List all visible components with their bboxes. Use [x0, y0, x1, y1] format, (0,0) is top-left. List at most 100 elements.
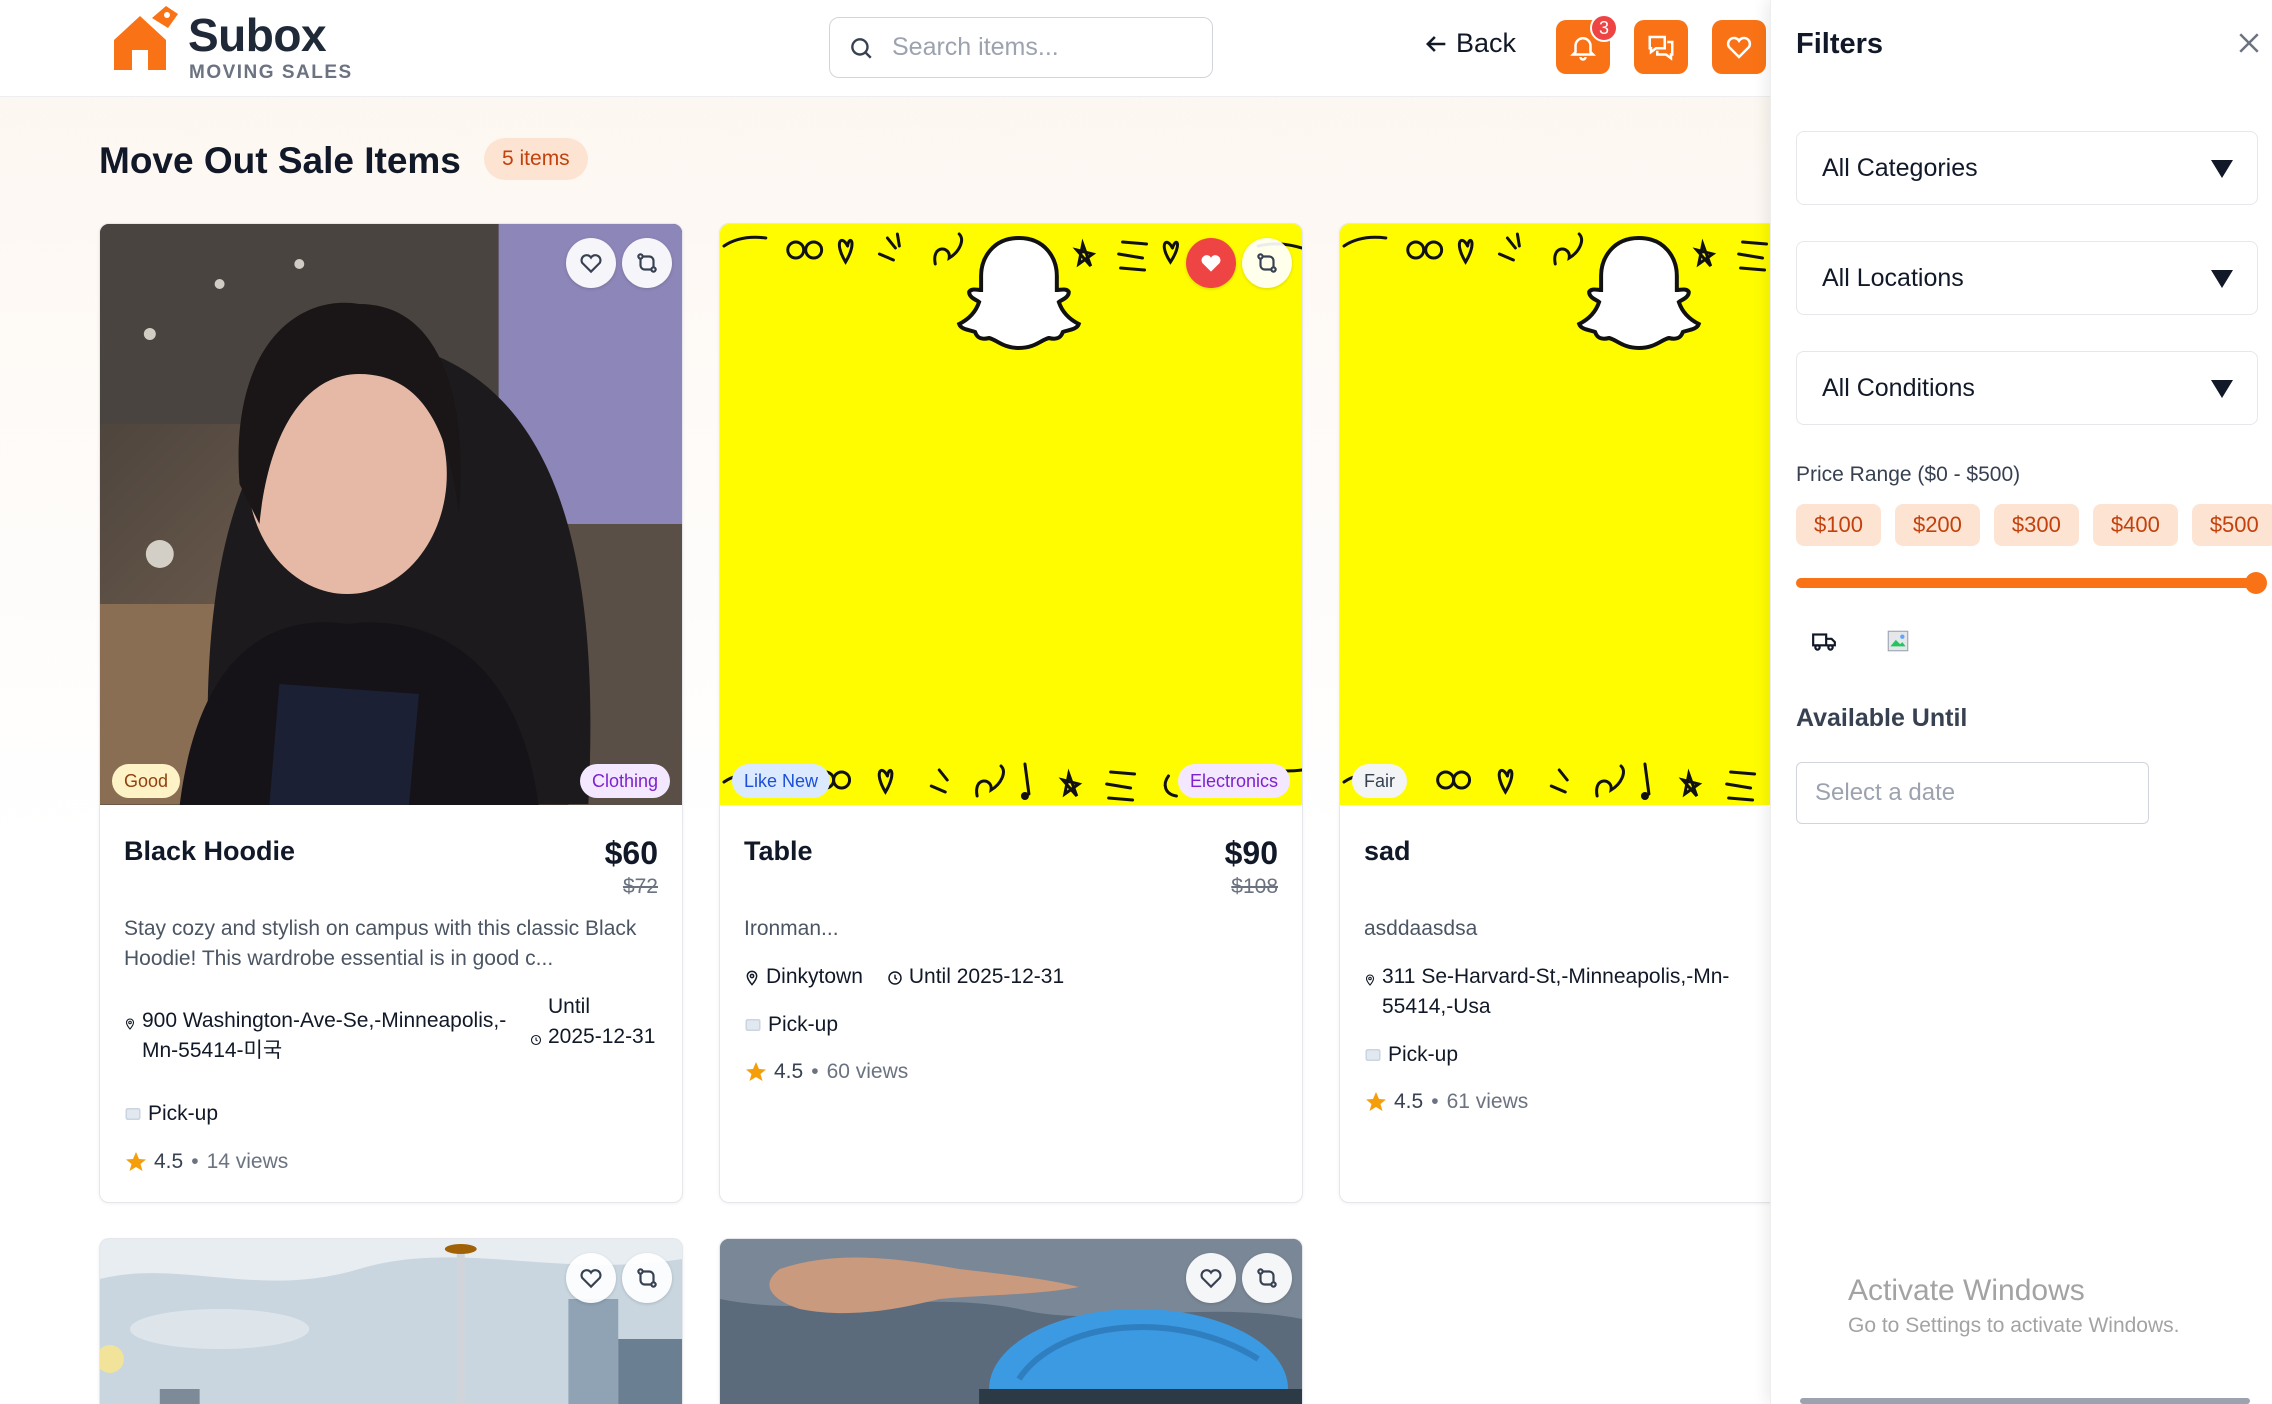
- favorite-button[interactable]: [566, 1253, 616, 1303]
- compare-button[interactable]: [1242, 238, 1292, 288]
- price-chip-200[interactable]: $200: [1894, 504, 1980, 546]
- favorite-button[interactable]: [1186, 1253, 1236, 1303]
- condition-select[interactable]: All Conditions: [1796, 351, 2258, 425]
- view-count: 61 views: [1446, 1090, 1529, 1113]
- favorite-button[interactable]: [1186, 238, 1236, 288]
- item-title[interactable]: sad: [1364, 836, 1411, 867]
- price-slider[interactable]: [1796, 572, 2267, 594]
- condition-badge: Good: [112, 764, 181, 798]
- search-box[interactable]: [829, 17, 1213, 78]
- item-card[interactable]: [99, 1238, 683, 1404]
- broken-image-icon[interactable]: [1885, 628, 1911, 654]
- compare-button[interactable]: [1242, 1253, 1292, 1303]
- price-chip-400[interactable]: $400: [2092, 504, 2178, 546]
- filters-panel: Filters All Categories All Locations All…: [1770, 0, 2272, 1404]
- rating-value: 4.5: [774, 1060, 804, 1083]
- date-input[interactable]: [1796, 762, 2149, 824]
- price-chip-500[interactable]: $500: [2191, 504, 2272, 546]
- heart-icon: [1726, 36, 1752, 59]
- view-count: 14 views: [206, 1150, 289, 1173]
- item-count-badge: 5 items: [484, 138, 588, 180]
- notifications-button[interactable]: 3: [1556, 14, 1618, 74]
- item-title[interactable]: Table: [744, 836, 813, 867]
- caret-down-icon: [2211, 380, 2233, 398]
- brand-name[interactable]: Subox: [188, 8, 327, 62]
- map-pin-icon: [125, 1018, 135, 1030]
- box-icon: [1365, 1049, 1381, 1061]
- item-original-price: $108: [1231, 875, 1278, 898]
- heart-filled-icon: [1201, 255, 1221, 272]
- delivery-options: [1811, 628, 1911, 654]
- compare-icon: [637, 253, 657, 273]
- caret-down-icon: [2211, 160, 2233, 178]
- available-until-label: Available Until: [1796, 704, 1968, 732]
- photo-image: [100, 224, 682, 805]
- caret-down-icon: [2211, 270, 2233, 288]
- rating-value: 4.5: [154, 1150, 184, 1173]
- compare-button[interactable]: [622, 238, 672, 288]
- item-description: Stay cozy and stylish on campus with thi…: [124, 917, 637, 970]
- until-text: Until 2025-12-31: [908, 965, 1065, 988]
- compare-button[interactable]: [622, 1253, 672, 1303]
- search-input[interactable]: [892, 33, 1192, 62]
- windows-watermark-title: Activate Windows: [1848, 1274, 2085, 1307]
- price-chip-100[interactable]: $100: [1796, 504, 1881, 546]
- heart-icon: [580, 254, 602, 274]
- item-description: Ironman...: [744, 917, 839, 940]
- favorite-button[interactable]: [566, 238, 616, 288]
- rating-value: 4.5: [1394, 1090, 1424, 1113]
- messages-button[interactable]: [1634, 20, 1688, 74]
- map-pin-icon: [746, 970, 758, 986]
- snapchat-placeholder-image: [720, 224, 1302, 805]
- item-until: Until 2025-12-31: [530, 992, 670, 1052]
- map-pin-icon: [1365, 974, 1375, 986]
- close-icon[interactable]: [2234, 28, 2264, 58]
- compare-icon: [637, 1268, 657, 1288]
- clock-icon: [888, 971, 902, 985]
- back-button[interactable]: Back: [1422, 28, 1516, 59]
- delivery-method: Pick-up: [1364, 1040, 1458, 1070]
- favorites-button[interactable]: [1712, 20, 1766, 74]
- item-card[interactable]: Like New Electronics Table $90 $108 Iron…: [719, 223, 1303, 1203]
- location-select[interactable]: All Locations: [1796, 241, 2258, 315]
- price-chip-300[interactable]: $300: [1993, 504, 2079, 546]
- windows-watermark-text: Go to Settings to activate Windows.: [1848, 1314, 2180, 1337]
- price-range-label: Price Range ($0 - $500): [1796, 463, 2021, 486]
- brand-subtitle: MOVING SALES: [189, 62, 353, 83]
- location-select-value: All Locations: [1822, 263, 1964, 292]
- price-slider-fill: [1796, 578, 2256, 588]
- separator-dot: •: [1431, 1090, 1439, 1113]
- location-text: 311 Se-Harvard-St,-Minneapolis,-Mn-55414…: [1382, 965, 1730, 1018]
- arrow-left-icon: [1426, 35, 1446, 52]
- top-header: Subox MOVING SALES Back 3: [0, 0, 1770, 97]
- item-image[interactable]: [100, 224, 682, 805]
- location-text: 900 Washington-Ave-Se,-Minneapolis,-Mn-5…: [142, 1009, 507, 1062]
- item-title[interactable]: Black Hoodie: [124, 836, 295, 867]
- delivery-text: Pick-up: [768, 1013, 839, 1036]
- item-card[interactable]: [719, 1238, 1303, 1404]
- compare-icon: [1257, 253, 1277, 273]
- item-card[interactable]: Good Clothing Black Hoodie $60 $72 Stay …: [99, 223, 683, 1203]
- notification-badge: 3: [1590, 14, 1618, 42]
- chat-icon: [1648, 35, 1674, 61]
- item-rating: 4.5 • 61 views: [1364, 1090, 1528, 1114]
- truck-icon[interactable]: [1811, 628, 1837, 654]
- view-count: 60 views: [826, 1060, 909, 1083]
- item-rating: 4.5 • 14 views: [124, 1150, 288, 1174]
- item-rating: 4.5 • 60 views: [744, 1060, 908, 1084]
- category-badge: Clothing: [579, 764, 670, 798]
- compare-icon: [1257, 1268, 1277, 1288]
- category-select[interactable]: All Categories: [1796, 131, 2258, 205]
- delivery-text: Pick-up: [148, 1102, 219, 1125]
- item-price: $60: [604, 835, 658, 871]
- item-image[interactable]: [720, 224, 1302, 805]
- back-label: Back: [1456, 28, 1517, 58]
- house-logo-icon[interactable]: [108, 4, 180, 72]
- horizontal-scrollbar[interactable]: [1800, 1398, 2250, 1404]
- clock-icon: [530, 1034, 542, 1046]
- condition-badge: Fair: [1352, 764, 1407, 798]
- item-location: Dinkytown Until 2025-12-31: [744, 962, 1064, 992]
- location-text: Dinkytown: [766, 965, 863, 988]
- price-slider-thumb[interactable]: [2245, 572, 2267, 594]
- category-badge: Electronics: [1177, 764, 1290, 798]
